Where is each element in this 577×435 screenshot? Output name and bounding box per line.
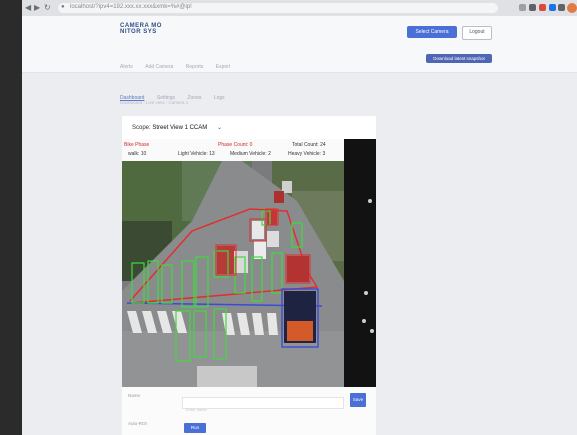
name-input[interactable]: Enter name bbox=[182, 397, 344, 412]
lock-icon: ● bbox=[61, 4, 65, 10]
run-button[interactable]: Run bbox=[184, 423, 206, 433]
bike-phase-label: Bike Phase bbox=[124, 142, 150, 148]
heavy-vehicle-count: Heavy Vehicle: 3 bbox=[288, 151, 326, 157]
light-vehicle-count: Light Vehicle: 13 bbox=[178, 151, 215, 157]
name-input-placeholder: Enter name bbox=[186, 407, 207, 412]
walk-count: walk: 10 bbox=[128, 151, 147, 157]
video-side-panel bbox=[344, 139, 376, 387]
profile-avatar[interactable] bbox=[567, 3, 577, 13]
camera-feed[interactable] bbox=[122, 161, 344, 387]
desktop-screen: ◀ ▶ ↻ ● localhost/?ipv4=192.xxx.xx.xxx&x… bbox=[22, 0, 577, 435]
logo-line2: NITOR SYS bbox=[120, 29, 157, 35]
menu-item-export[interactable]: Export bbox=[216, 64, 230, 70]
total-count: Total Count: 24 bbox=[292, 142, 326, 148]
puzzle-icon[interactable] bbox=[558, 4, 565, 11]
auto-roi-label: Auto-ROI bbox=[128, 421, 147, 426]
count-stats: Bike Phase walk: 10 Phase Count: 0 Light… bbox=[122, 139, 348, 161]
menu-item-add-camera[interactable]: Add Camera bbox=[145, 64, 173, 70]
menu-item-alerts[interactable]: Alerts bbox=[120, 64, 133, 70]
site-header: CAMERA MO NITOR SYS Select Camera Logout… bbox=[22, 16, 577, 73]
url-text: localhost/?ipv4=192.xxx.xx.xxx&xmk=%#@ip… bbox=[70, 4, 192, 10]
forward-icon[interactable]: ▶ bbox=[34, 3, 40, 13]
camera-select[interactable]: Scope: Street View 1 CCAM ⌄ bbox=[132, 124, 222, 131]
extension-red-icon[interactable] bbox=[539, 4, 546, 11]
download-snapshot-button[interactable]: Download latest snapshot bbox=[426, 54, 492, 63]
breadcrumb: Dashboard › Live view › Camera 1 bbox=[120, 100, 189, 105]
traffic-scene bbox=[122, 161, 344, 387]
control-dot-icon[interactable] bbox=[368, 199, 372, 203]
name-label: Name bbox=[128, 393, 141, 398]
tab-zones[interactable]: Zones bbox=[187, 95, 201, 101]
logout-button[interactable]: Logout bbox=[462, 26, 492, 40]
save-button[interactable]: Save bbox=[350, 393, 366, 407]
back-icon[interactable]: ◀ bbox=[25, 3, 31, 13]
control-dot-icon[interactable] bbox=[362, 319, 366, 323]
tab-bar: Dashboard Settings Zones Logs bbox=[120, 86, 233, 101]
address-bar[interactable]: ● localhost/?ipv4=192.xxx.xx.xxx&xmk=%#@… bbox=[58, 3, 498, 13]
main-menu: Alerts Add Camera Reports Export bbox=[120, 55, 238, 70]
reload-icon[interactable]: ↻ bbox=[44, 3, 51, 13]
chevron-down-icon: ⌄ bbox=[216, 125, 222, 131]
browser-toolbar: ◀ ▶ ↻ ● localhost/?ipv4=192.xxx.xx.xxx&x… bbox=[22, 0, 577, 17]
logo[interactable]: CAMERA MO NITOR SYS bbox=[120, 23, 172, 41]
select-camera-button[interactable]: Select Camera bbox=[407, 26, 457, 38]
bookmark-icon[interactable] bbox=[529, 4, 536, 11]
phase-count: Phase Count: 0 bbox=[218, 142, 253, 148]
control-dot-icon[interactable] bbox=[370, 329, 374, 333]
extension-blue-icon[interactable] bbox=[549, 4, 556, 11]
extension-icon[interactable] bbox=[519, 4, 526, 11]
tab-logs[interactable]: Logs bbox=[214, 95, 225, 101]
camera-select-label: Scope: bbox=[132, 125, 151, 131]
control-dot-icon[interactable] bbox=[364, 291, 368, 295]
medium-vehicle-count: Medium Vehicle: 2 bbox=[230, 151, 271, 157]
config-form: Name Enter name Save Auto-ROI Run bbox=[122, 387, 376, 435]
menu-item-reports[interactable]: Reports bbox=[186, 64, 204, 70]
camera-select-value: Street View 1 CCAM bbox=[152, 125, 208, 131]
